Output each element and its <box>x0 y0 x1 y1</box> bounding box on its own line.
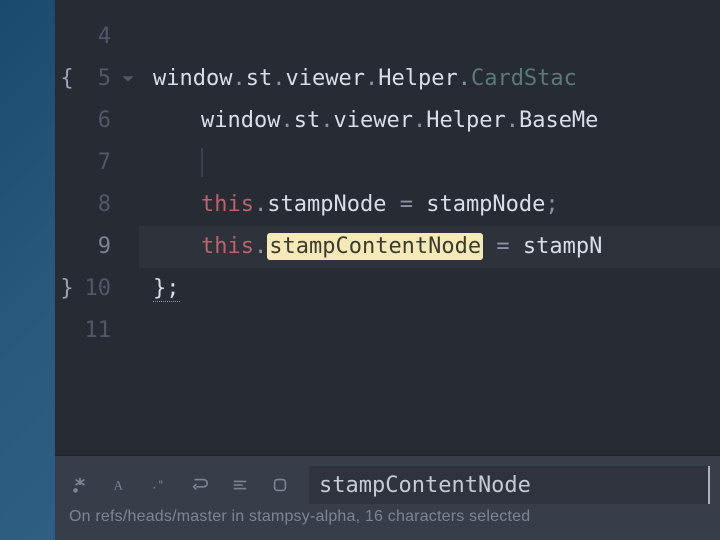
fold-gutter <box>117 0 139 455</box>
svg-text:A: A <box>114 479 123 493</box>
in-selection-icon[interactable]: ." " <box>149 474 171 496</box>
svg-text:." ": ." " <box>151 479 169 492</box>
highlight-all-icon[interactable] <box>269 474 291 496</box>
line-number: 4 <box>79 16 111 58</box>
whole-word-icon[interactable] <box>229 474 251 496</box>
chevron-down-icon <box>121 72 135 86</box>
regex-icon[interactable] <box>69 474 91 496</box>
find-input[interactable] <box>309 466 710 504</box>
wrap-icon[interactable] <box>189 474 211 496</box>
brace-open: { <box>55 58 79 100</box>
find-bar: A ." " <box>55 455 720 508</box>
fold-brace-gutter: { } <box>55 0 79 455</box>
line-number: 7 <box>79 142 111 184</box>
code-content[interactable]: window.st.viewer.Helper.CardStac window.… <box>139 0 720 455</box>
line-number: 6 <box>79 100 111 142</box>
line-number: 8 <box>79 184 111 226</box>
line-numbers-gutter: 4 5 6 7 8 9 10 11 <box>79 0 117 455</box>
fold-toggle[interactable] <box>117 58 139 100</box>
editor-window: { } 4 5 6 7 8 9 10 11 <box>55 0 720 540</box>
line-number: 5 <box>79 58 111 100</box>
brace-close: } <box>55 268 79 310</box>
status-bar: On refs/heads/master in stampsy-alpha, 1… <box>55 508 720 540</box>
case-sensitive-icon[interactable]: A <box>109 474 131 496</box>
search-highlight: stampContentNode <box>267 233 483 260</box>
line-number: 11 <box>79 310 111 352</box>
line-number: 9 <box>79 226 111 268</box>
code-editor[interactable]: { } 4 5 6 7 8 9 10 11 <box>55 0 720 455</box>
line-number: 10 <box>79 268 111 310</box>
